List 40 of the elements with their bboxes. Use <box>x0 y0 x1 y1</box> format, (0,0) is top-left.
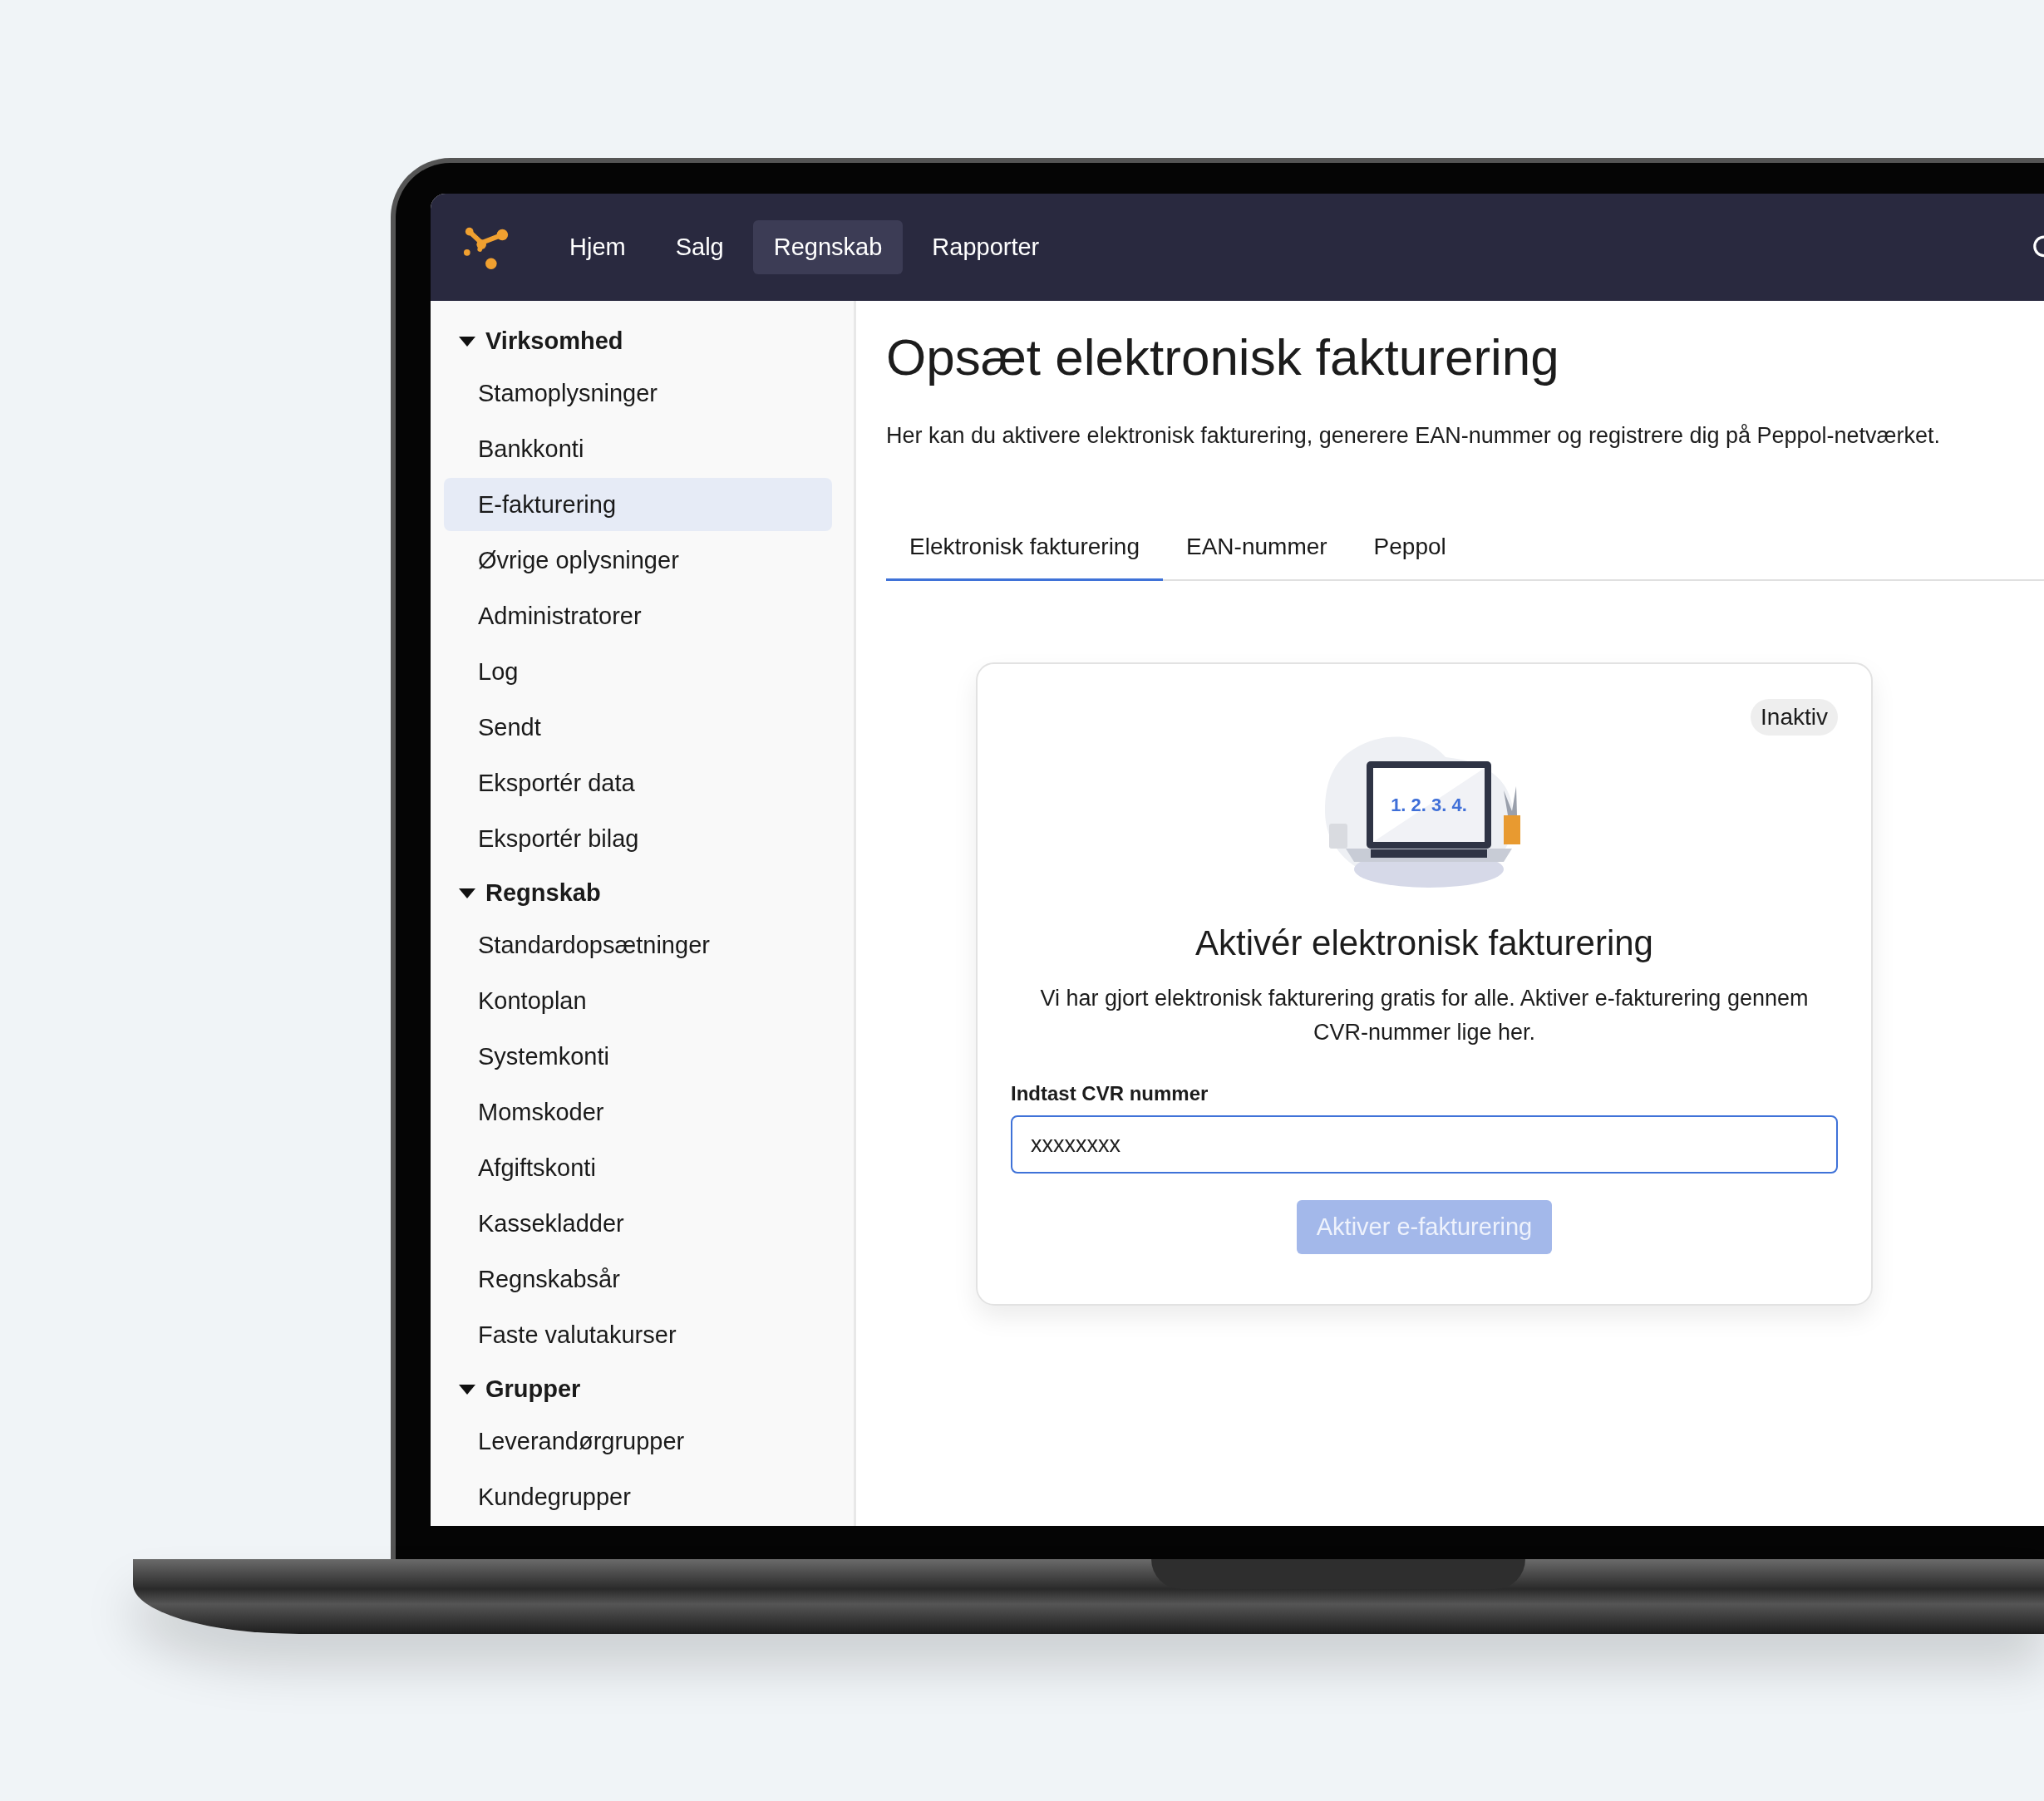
card-heading: Aktivér elektronisk fakturering <box>1195 923 1653 963</box>
status-badge: Inaktiv <box>1751 699 1838 736</box>
cvr-input-field[interactable]: xxxxxxxx <box>1011 1115 1838 1174</box>
page-description: Her kan du aktivere elektronisk fakturering, generere EAN-nummer og registrere dig på Peppol-netværket. <box>886 423 1942 449</box>
caret-icon <box>459 336 475 347</box>
sidebar-item[interactable]: Kontoplan <box>444 974 832 1027</box>
sidebar-item[interactable]: Faste valutakurser <box>444 1308 832 1361</box>
sidebar-item[interactable]: Systemkonti <box>444 1030 832 1083</box>
sidebar-group[interactable]: Grupper <box>444 1364 832 1415</box>
nav-tab[interactable]: Regnskab <box>752 220 904 274</box>
tab[interactable]: Elektronisk fakturering <box>886 524 1163 581</box>
sidebar-item[interactable]: Sendt <box>444 701 832 754</box>
tab[interactable]: Peppol <box>1350 524 1470 581</box>
nav-tab[interactable]: Hjem <box>549 220 647 274</box>
sidebar-item[interactable]: Kundegrupper <box>444 1470 832 1523</box>
sidebar-item[interactable]: Eksportér data <box>444 756 832 809</box>
sidebar-item[interactable]: Stamoplysninger <box>444 367 832 420</box>
sidebar-item[interactable]: E-fakturering <box>444 478 832 531</box>
card-text: Vi har gjort elektronisk fakturering gratis for alle. Aktiver e-fakturering gennem CVR-nummer lige her. <box>1039 985 1810 1046</box>
sidebar-group[interactable]: Virksomhed <box>444 316 832 367</box>
sidebar-item[interactable]: Eksportér bilag <box>444 812 832 865</box>
sidebar-item[interactable]: Regnskabsår <box>444 1252 832 1306</box>
sidebar-group[interactable]: Regnskab <box>444 868 832 918</box>
sidebar-item[interactable]: Log <box>444 645 832 698</box>
nav-tab[interactable]: Salg <box>654 220 745 274</box>
page-title: Opsæt elektronisk fakturering <box>886 327 1560 386</box>
tab[interactable]: EAN-nummer <box>1163 524 1351 581</box>
nav-tab[interactable]: Rapporter <box>911 220 1061 274</box>
sidebar-item[interactable]: Leverandørgrupper <box>444 1415 832 1468</box>
sidebar-item[interactable]: Afgiftskonti <box>444 1141 832 1194</box>
field-label: Indtast CVR nummer <box>1011 1082 1209 1105</box>
sidebar-item[interactable]: Administratorer <box>444 589 832 642</box>
sidebar-item[interactable]: Momskoder <box>444 1085 832 1139</box>
sidebar-item[interactable]: Bankkonti <box>444 422 832 475</box>
sidebar-item[interactable]: Øvrige oplysninger <box>444 534 832 587</box>
sidebar-item[interactable]: Kassekladder <box>444 1197 832 1250</box>
illustration-text: 1. 2. 3. 4. <box>1390 795 1467 815</box>
caret-icon <box>459 1384 475 1395</box>
sidebar-item[interactable]: Standardopsætninger <box>444 918 832 972</box>
caret-icon <box>459 888 475 898</box>
